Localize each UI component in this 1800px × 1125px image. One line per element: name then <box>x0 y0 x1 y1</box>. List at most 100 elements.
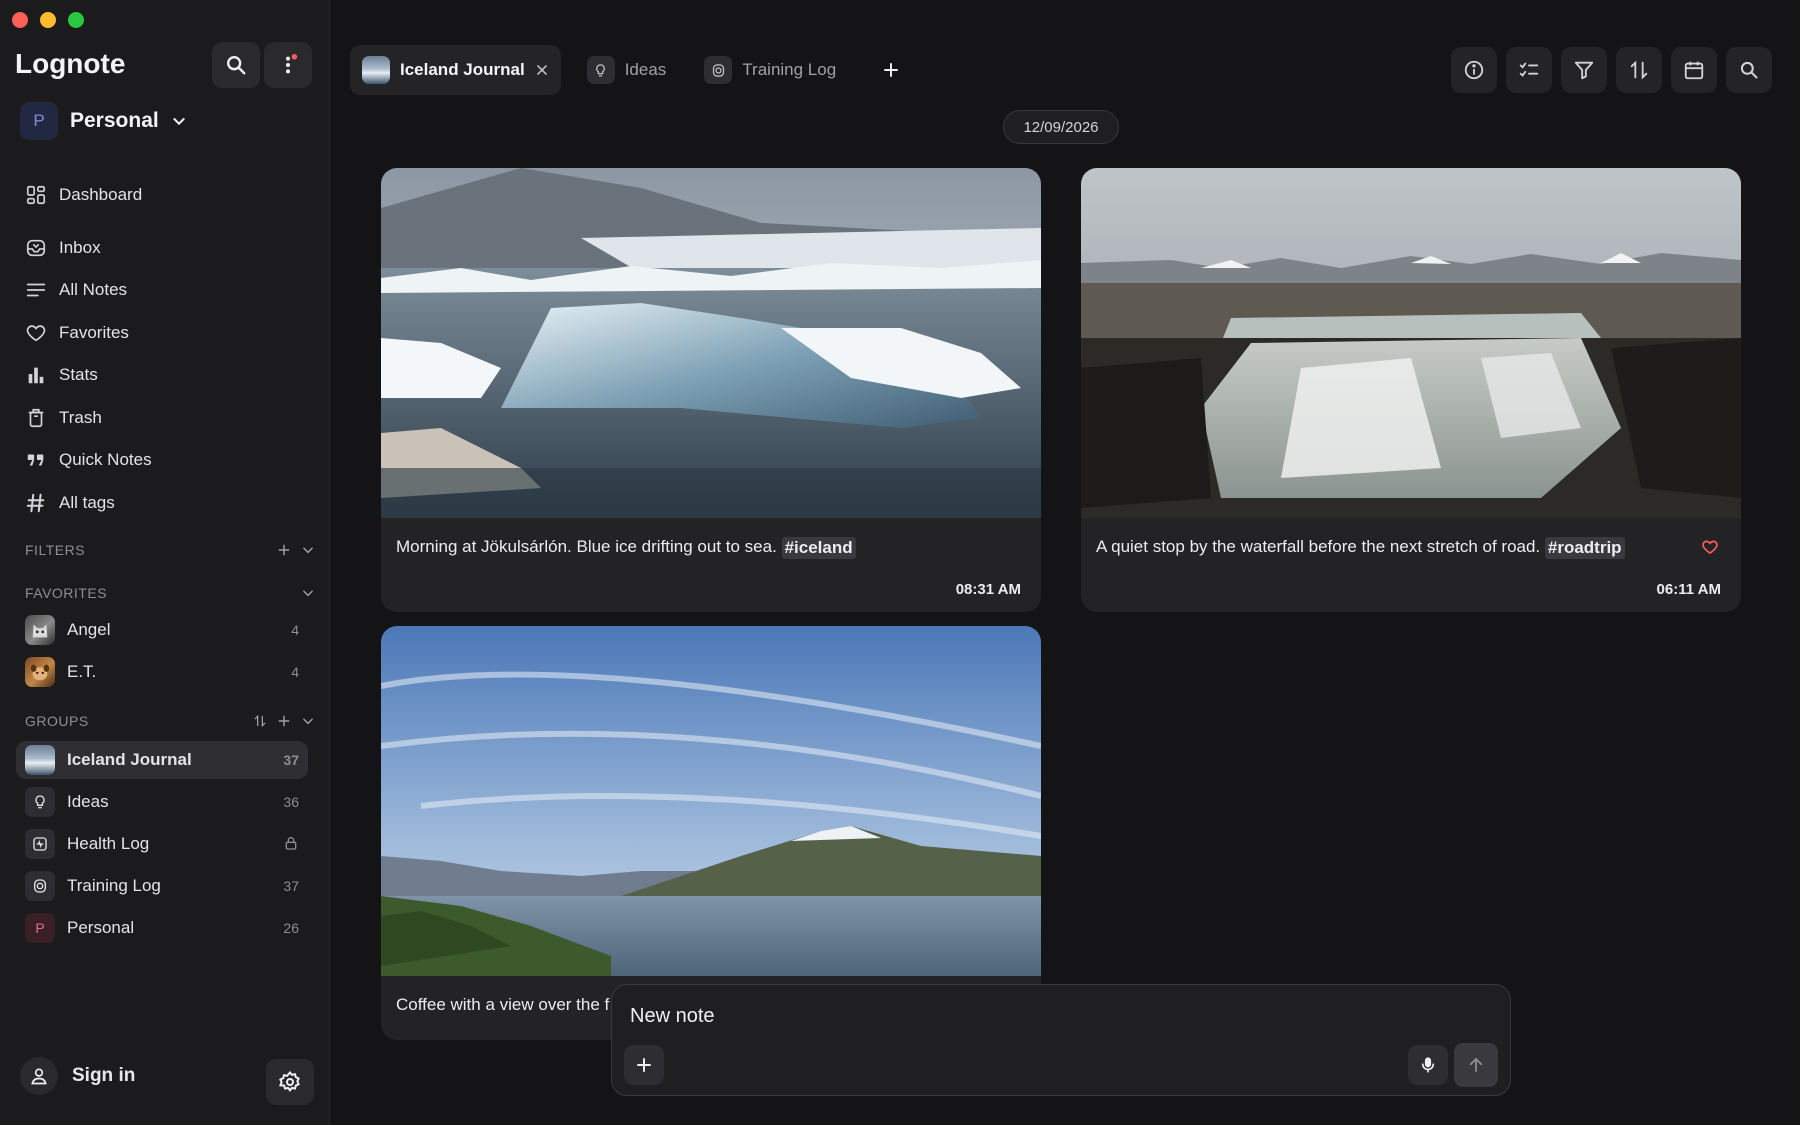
sign-in-button[interactable]: Sign in <box>20 1057 135 1095</box>
minimize-window-button[interactable] <box>40 12 56 28</box>
nav-dashboard[interactable]: Dashboard <box>25 178 142 212</box>
attach-button[interactable] <box>624 1045 664 1085</box>
search-notes-button[interactable] <box>1726 47 1772 93</box>
tab-training-log[interactable]: Training Log <box>692 45 848 95</box>
heartbeat-icon <box>33 837 47 851</box>
filter-icon <box>1574 61 1594 80</box>
user-icon <box>31 1068 47 1085</box>
nav-trash[interactable]: Trash <box>25 401 102 435</box>
nav-label: Inbox <box>59 238 101 257</box>
nav-label: Dashboard <box>59 185 143 204</box>
sidebar: Lognote P Personal Dashboard Inbox All N… <box>0 0 330 1125</box>
lock-icon <box>285 836 297 850</box>
photo-thumb-icon <box>25 745 55 775</box>
tab-ideas[interactable]: Ideas <box>575 45 679 95</box>
workspace-avatar: P <box>20 102 58 140</box>
close-window-button[interactable] <box>12 12 28 28</box>
tab-icon-box <box>586 56 615 84</box>
group-count: 37 <box>283 752 299 768</box>
groups-heading: GROUPS <box>25 713 89 729</box>
nav-favorites[interactable]: Favorites <box>25 316 129 350</box>
group-name: Personal <box>67 918 135 937</box>
nav-stats[interactable]: Stats <box>25 358 98 392</box>
nav-label: All tags <box>59 493 115 512</box>
lightbulb-icon <box>35 795 45 809</box>
tab-label: Training Log <box>742 60 837 79</box>
note-card[interactable]: Coffee with a view over the f <box>381 626 1041 1040</box>
group-letter: P <box>35 920 45 936</box>
send-button[interactable] <box>1454 1043 1498 1087</box>
new-note-input[interactable]: New note <box>630 1005 715 1028</box>
group-name: Iceland Journal <box>67 750 192 769</box>
date-pill[interactable]: 12/09/2026 <box>1003 110 1119 144</box>
arrow-up-icon <box>1469 1057 1483 1072</box>
nav-all-notes[interactable]: All Notes <box>25 273 127 307</box>
favorite-heart-icon[interactable] <box>1701 538 1719 556</box>
more-vertical-icon <box>285 54 298 74</box>
group-item-iceland-journal[interactable]: Iceland Journal 37 <box>16 741 308 779</box>
note-card[interactable]: Morning at Jökulsárlón. Blue ice driftin… <box>381 168 1041 612</box>
sidebar-search-button[interactable] <box>212 42 260 88</box>
favorite-item-angel[interactable]: Angel 4 <box>16 611 308 649</box>
note-text: A quiet stop by the waterfall before the… <box>1096 537 1541 556</box>
chevron-down-icon[interactable] <box>301 586 315 600</box>
list-icon <box>26 283 46 297</box>
sort-button[interactable] <box>1616 47 1662 93</box>
note-tag[interactable]: #roadtrip <box>1544 537 1625 559</box>
checklist-icon <box>1519 62 1539 77</box>
group-item-personal[interactable]: P Personal 26 <box>16 909 308 947</box>
microphone-icon <box>1421 1057 1435 1073</box>
nav-label: Trash <box>59 408 102 427</box>
note-caption: Morning at Jökulsárlón. Blue ice driftin… <box>381 518 1041 559</box>
group-item-health-log[interactable]: Health Log <box>16 825 308 863</box>
group-icon-box <box>25 829 55 859</box>
gear-icon <box>278 1070 300 1092</box>
nav-label: Quick Notes <box>59 450 152 469</box>
info-button[interactable] <box>1451 47 1497 93</box>
stopwatch-icon <box>34 879 46 893</box>
photo-thumb-icon <box>362 56 390 84</box>
more-menu-button[interactable] <box>264 42 312 88</box>
nav-all-tags[interactable]: All tags <box>25 486 115 520</box>
note-text: Morning at Jökulsárlón. Blue ice driftin… <box>396 537 777 556</box>
filter-button[interactable] <box>1561 47 1607 93</box>
calendar-button[interactable] <box>1671 47 1717 93</box>
dashboard-icon <box>26 185 46 205</box>
workspace-switcher[interactable]: P Personal <box>20 102 187 140</box>
sort-icon[interactable] <box>253 714 267 728</box>
avatar <box>25 615 55 645</box>
settings-button[interactable] <box>266 1059 314 1105</box>
note-composer: New note <box>611 984 1511 1096</box>
maximize-window-button[interactable] <box>68 12 84 28</box>
note-photo-glacier-lagoon <box>381 168 1041 518</box>
new-tab-button[interactable] <box>862 45 920 95</box>
group-item-ideas[interactable]: Ideas 36 <box>16 783 308 821</box>
tab-iceland-journal[interactable]: Iceland Journal <box>350 45 561 95</box>
checklist-button[interactable] <box>1506 47 1552 93</box>
close-icon[interactable] <box>535 63 549 77</box>
app-title: Lognote <box>15 48 126 79</box>
lightbulb-icon <box>596 63 606 76</box>
group-icon-box <box>25 871 55 901</box>
group-count: 36 <box>283 794 299 810</box>
nav-label: Favorites <box>59 323 129 342</box>
group-name: Training Log <box>67 876 161 895</box>
note-card[interactable]: A quiet stop by the waterfall before the… <box>1081 168 1741 612</box>
plus-icon <box>637 1058 651 1072</box>
note-time: 06:11 AM <box>1656 581 1721 598</box>
stopwatch-icon <box>712 63 724 77</box>
add-group-icon[interactable] <box>277 714 291 728</box>
note-caption: A quiet stop by the waterfall before the… <box>1081 518 1741 559</box>
lock-indicator <box>283 835 299 854</box>
nav-inbox[interactable]: Inbox <box>25 231 101 265</box>
group-item-training-log[interactable]: Training Log 37 <box>16 867 308 905</box>
add-filter-icon[interactable] <box>277 543 291 557</box>
favorite-item-et[interactable]: E.T. 4 <box>16 653 308 691</box>
cat-avatar-icon <box>32 624 48 638</box>
voice-input-button[interactable] <box>1408 1045 1448 1085</box>
chevron-down-icon[interactable] <box>301 543 315 557</box>
trash-icon <box>28 408 44 428</box>
chevron-down-icon[interactable] <box>301 714 315 728</box>
note-tag[interactable]: #iceland <box>781 537 856 559</box>
nav-quick-notes[interactable]: Quick Notes <box>25 443 152 477</box>
